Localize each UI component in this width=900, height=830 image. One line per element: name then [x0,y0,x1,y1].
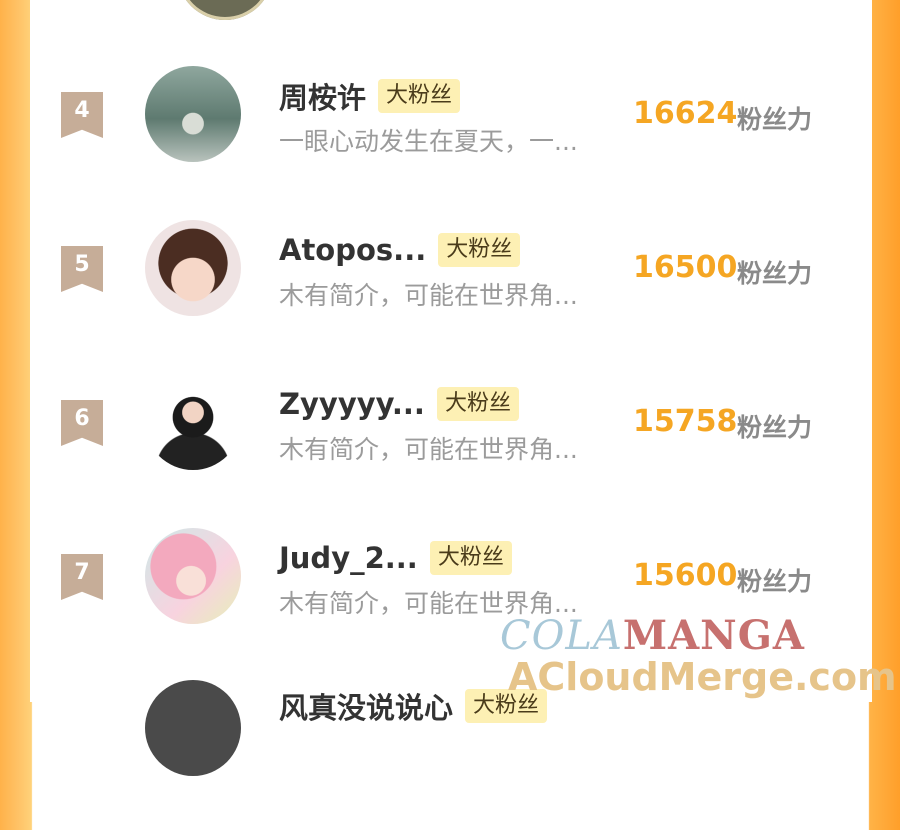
list-item[interactable]: 风真没说说心 大粉丝 [30,680,872,830]
leaderboard-panel: 4 周桉许 大粉丝 一眼心动发生在夏天，一... 16624 粉丝力 5 Ato… [30,0,872,776]
rank-badge: 4 [61,92,103,138]
avatar[interactable] [145,374,241,470]
fan-score: 16500 [633,250,738,285]
user-name[interactable]: 周桉许 [279,75,366,117]
avatar[interactable] [145,528,241,624]
list-item[interactable]: 6 Zyyyyy... 大粉丝 木有简介，可能在世界角... 15758 粉丝力 [30,372,872,522]
user-name[interactable]: Atopos... [279,233,426,267]
user-name[interactable]: 风真没说说心 [279,685,453,727]
user-name[interactable]: Judy_2... [279,541,418,575]
user-description: 木有简介，可能在世界角... [279,435,578,464]
fan-badge: 大粉丝 [438,233,521,267]
fan-score: 15758 [633,404,738,439]
avatar[interactable] [177,0,273,20]
fan-score: 16624 [633,96,738,131]
user-description: 一眼心动发生在夏天，一... [279,127,578,156]
watermark-cola-manga: COLAMANGA [500,612,805,659]
rank-badge: 6 [61,400,103,446]
watermark-acloudmerge: ACloudMerge.com [508,655,897,699]
fan-score-label: 粉丝力 [737,567,813,596]
fan-score: 15600 [633,558,738,593]
user-name[interactable]: Zyyyyy... [279,387,425,421]
fan-badge: 大粉丝 [429,541,512,575]
rank-badge: 5 [61,246,103,292]
fan-score-label: 粉丝力 [737,413,813,442]
avatar[interactable] [145,220,241,316]
fan-badge: 大粉丝 [436,387,519,421]
rank-badge: 7 [61,554,103,600]
list-item[interactable]: 5 Atopos... 大粉丝 木有简介，可能在世界角... 16500 粉丝力 [30,218,872,368]
avatar[interactable] [145,680,241,776]
fan-score-label: 粉丝力 [737,259,813,288]
user-description: 木有简介，可能在世界角... [279,281,578,310]
avatar[interactable] [145,66,241,162]
list-item[interactable]: 4 周桉许 大粉丝 一眼心动发生在夏天，一... 16624 粉丝力 [30,64,872,214]
fan-badge: 大粉丝 [378,79,461,113]
fan-score-label: 粉丝力 [737,105,813,134]
